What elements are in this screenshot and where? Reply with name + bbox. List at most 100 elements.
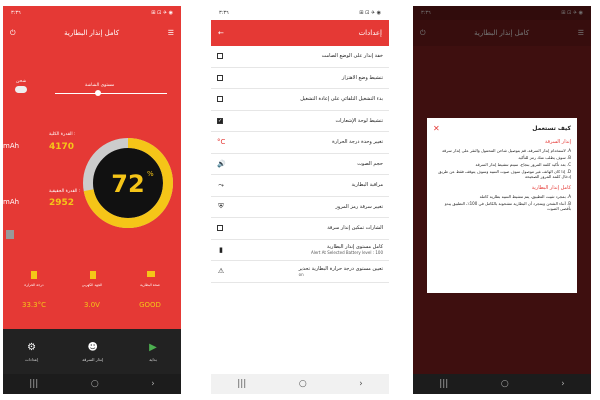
settings-row[interactable]: تنشيط لوحة الإشعارات ✓ bbox=[211, 111, 389, 132]
back-button[interactable]: › bbox=[561, 379, 565, 389]
nav-settings[interactable]: ⚙ إعدادات bbox=[25, 342, 38, 362]
thief-icon: ☻ bbox=[87, 342, 98, 353]
settings-row-label: خفة إنذار على الوضع الصامت bbox=[321, 53, 383, 60]
system-nav: ||| ○ › bbox=[413, 374, 591, 394]
settings-row[interactable]: الشارات تمكين إنذار سرقة bbox=[211, 218, 389, 240]
back-button[interactable]: › bbox=[359, 379, 363, 389]
nav-theft-alarm[interactable]: ☻ إنذار السرقة bbox=[82, 342, 103, 362]
capacity-label: القدرة الكلية : bbox=[49, 132, 76, 137]
recents-button[interactable]: ||| bbox=[237, 379, 246, 389]
theft-step: D. إذا كان الهاتف غير موصول سوف صوت التن… bbox=[438, 169, 571, 179]
close-icon[interactable]: ✕ bbox=[433, 124, 440, 133]
power-icon[interactable]: ⏻ bbox=[10, 29, 16, 38]
settings-row-icon: ⚠ bbox=[217, 267, 225, 276]
system-nav: ||| ○ › bbox=[211, 374, 389, 394]
recents-button[interactable]: ||| bbox=[29, 379, 38, 389]
settings-checkbox[interactable] bbox=[217, 225, 223, 232]
home-button[interactable]: ○ bbox=[91, 379, 99, 389]
settings-checkbox[interactable] bbox=[217, 53, 223, 60]
battery-gauge: 72 % bbox=[83, 138, 173, 228]
settings-row-icon: ⛨ bbox=[218, 202, 224, 211]
settings-row-icon: ▮ bbox=[219, 245, 223, 254]
settings-row-label: بدء التشغيل التلقائي على إعادة التشغيل bbox=[300, 96, 383, 103]
settings-row-label: كامل مستوى إنذار البطارية Alert At Select… bbox=[310, 244, 383, 256]
status-bar: ٣:٣٦ ⊞ ⊡ ✈ ◉ bbox=[3, 6, 181, 20]
voltage-label: الجهد الكهربي bbox=[81, 283, 103, 287]
howto-screen: ٣:٣٦ ⊞ ⊡ ✈ ◉ ⏻ كامل إنذار البطارية ☰ كيف… bbox=[413, 6, 591, 394]
charge-toggle[interactable] bbox=[15, 86, 27, 93]
settings-row-label: تغيير وحدة درجة الحرارة bbox=[332, 139, 383, 146]
settings-row[interactable]: كامل مستوى إنذار البطارية Alert At Select… bbox=[211, 240, 389, 261]
actual-capacity-label: القدرة الحقيقية : bbox=[49, 189, 81, 194]
settings-screen: ٣:٣٦ ⊞ ⊡ ✈ ◉ ← إعدادات خفة إنذار على الو… bbox=[211, 6, 389, 394]
section-theft: إنذار السرقة bbox=[544, 139, 571, 145]
settings-row-label: تغيير سرقة رمز المرور bbox=[335, 203, 383, 210]
status-icons: ⊞ ⊡ ✈ ◉ bbox=[151, 10, 173, 16]
settings-title: إعدادات bbox=[358, 29, 382, 37]
settings-row[interactable]: بدء التشغيل التلقائي على إعادة التشغيل bbox=[211, 89, 389, 111]
section-full-battery: كامل إنذار البطارية bbox=[531, 185, 571, 191]
capacity-value: 4170 bbox=[49, 142, 75, 152]
status-icons: ⊞ ⊡ ✈ ◉ bbox=[359, 10, 381, 16]
settings-checkbox[interactable]: ✓ bbox=[217, 117, 223, 124]
settings-row[interactable]: خفة إنذار على الوضع الصامت bbox=[211, 46, 389, 68]
menu-icon[interactable]: ☰ bbox=[168, 29, 174, 37]
app-title: كامل إنذار البطارية bbox=[64, 29, 120, 37]
settings-row-label: الشارات تمكين إنذار سرقة bbox=[327, 225, 383, 232]
battery-step: B. أثناء الشحن وبمجرد أن البطارية مشحونة… bbox=[444, 201, 571, 211]
app-bar: ⏻ كامل إنذار البطارية ☰ bbox=[3, 20, 181, 46]
settings-row[interactable]: مراقبة البطارية ⤳ bbox=[211, 175, 389, 197]
slider-label: مستوى الشاشة bbox=[85, 83, 115, 88]
status-bar: ٣:٣٦ ⊞ ⊡ ✈ ◉ bbox=[211, 6, 389, 20]
health-icon bbox=[147, 271, 155, 277]
capacity-unit: mAh bbox=[3, 142, 20, 150]
settings-row-sublabel: on bbox=[298, 271, 304, 277]
home-screen: ٣:٣٦ ⊞ ⊡ ✈ ◉ ⏻ كامل إنذار البطارية ☰ شحن… bbox=[3, 6, 181, 394]
dashboard: شحن مستوى الشاشة القدرة الكلية : 4170 mA… bbox=[3, 46, 181, 329]
temp-value: 33.3°C bbox=[22, 301, 46, 309]
settings-row-label: تنشيط لوحة الإشعارات bbox=[335, 117, 383, 124]
gear-icon: ⚙ bbox=[27, 342, 37, 353]
status-time: ٣:٣٦ bbox=[11, 10, 21, 16]
battery-step: A. بمجرد تثبيت التطبيق، يتم تنشيط التنبي… bbox=[479, 194, 571, 199]
nav-start[interactable]: ▶ بداية bbox=[147, 342, 159, 362]
back-button[interactable]: › bbox=[151, 379, 155, 389]
settings-row[interactable]: حجم الصوت 🔊 bbox=[211, 154, 389, 175]
howto-dialog: كيف تستعمل ✕ إنذار السرقة A. لاستخدام إن… bbox=[427, 118, 577, 293]
voltage-value: 3.0V bbox=[84, 301, 100, 309]
health-value: GOOD bbox=[139, 301, 161, 309]
back-arrow-icon[interactable]: ← bbox=[218, 29, 224, 37]
settings-row[interactable]: تنشيط وضع الاهتزاز bbox=[211, 68, 389, 89]
actual-capacity-unit: mAh bbox=[3, 198, 20, 206]
settings-row-label: تعيين مستوى درجة حرارة البطارية تحذير on bbox=[298, 265, 383, 277]
bottom-nav: ⚙ إعدادات ☻ إنذار السرقة ▶ بداية bbox=[3, 329, 181, 374]
settings-checkbox[interactable] bbox=[217, 96, 223, 103]
temp-icon bbox=[31, 271, 37, 279]
settings-row-label: حجم الصوت bbox=[357, 160, 383, 167]
settings-row-icon: ⤳ bbox=[218, 180, 224, 189]
settings-row[interactable]: تعيين مستوى درجة حرارة البطارية تحذير on ⚠ bbox=[211, 261, 389, 283]
battery-side-icon bbox=[6, 230, 14, 239]
settings-list: خفة إنذار على الوضع الصامت تنشيط وضع الاه… bbox=[211, 46, 389, 283]
slider-thumb[interactable] bbox=[95, 90, 101, 96]
settings-row[interactable]: تغيير وحدة درجة الحرارة °C bbox=[211, 132, 389, 154]
screen-level-slider[interactable] bbox=[55, 93, 167, 94]
settings-row-label: تنشيط وضع الاهتزاز bbox=[341, 74, 383, 81]
recents-button[interactable]: ||| bbox=[439, 379, 448, 389]
home-button[interactable]: ○ bbox=[299, 379, 307, 389]
gauge-value: 72 bbox=[111, 170, 144, 198]
settings-row-label: مراقبة البطارية bbox=[351, 182, 383, 189]
voltage-icon bbox=[90, 271, 96, 279]
theft-step: B. سوف يطلب منك رمز للتأكيد bbox=[518, 155, 571, 160]
actual-capacity-value: 2952 bbox=[49, 198, 75, 208]
play-icon: ▶ bbox=[149, 342, 157, 353]
home-button[interactable]: ○ bbox=[501, 379, 509, 389]
settings-row-icon: °C bbox=[217, 138, 226, 147]
gauge-unit: % bbox=[147, 170, 154, 178]
system-nav: ||| ○ › bbox=[3, 374, 181, 394]
settings-row-icon: 🔊 bbox=[217, 159, 226, 168]
settings-row[interactable]: تغيير سرقة رمز المرور ⛨ bbox=[211, 197, 389, 218]
settings-checkbox[interactable] bbox=[217, 74, 223, 81]
slider-side-label: شحن bbox=[16, 79, 27, 84]
status-time: ٣:٣٦ bbox=[219, 10, 229, 16]
